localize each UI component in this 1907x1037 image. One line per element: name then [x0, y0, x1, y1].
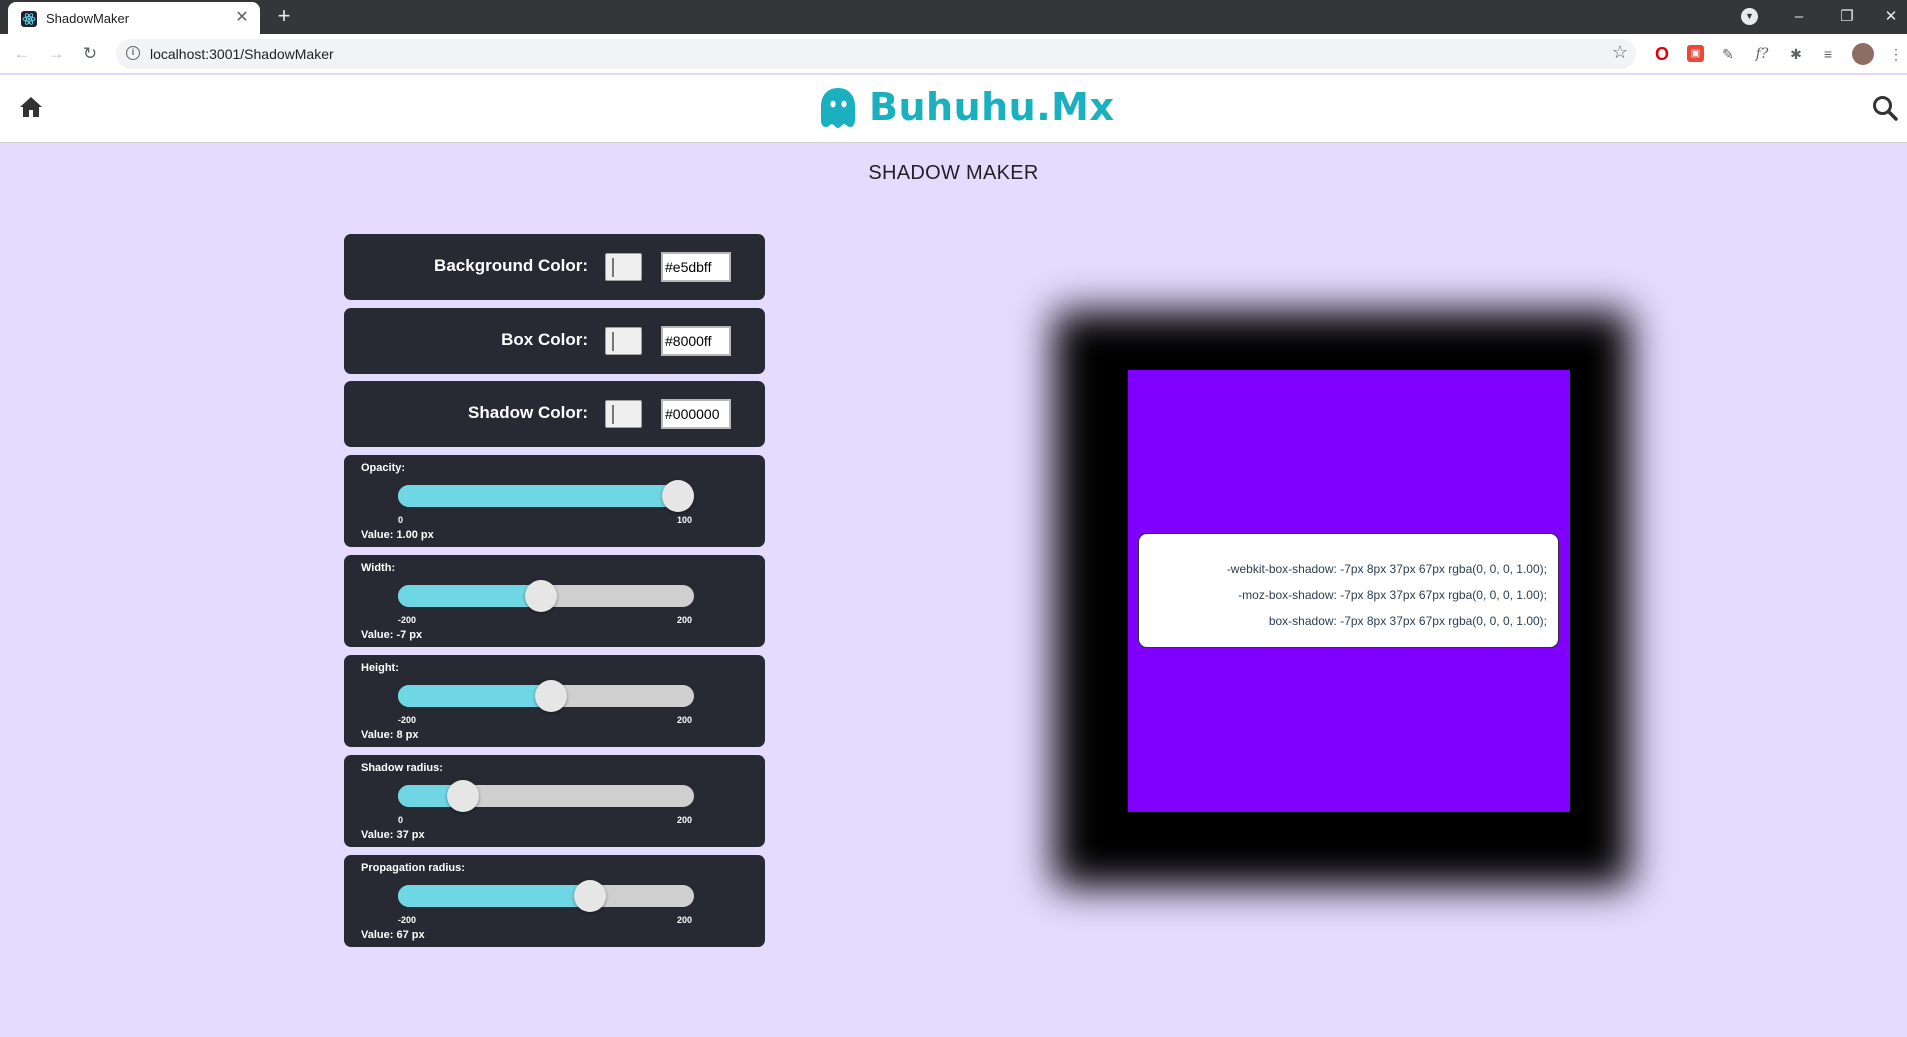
slider-fill [398, 585, 542, 607]
slider-min-label: 0 [398, 515, 404, 525]
font-extension-icon[interactable]: f? [1752, 44, 1772, 64]
slider-thumb[interactable] [446, 780, 479, 812]
box-color-panel: Box Color: [344, 308, 765, 374]
background-color-panel: Background Color: [344, 234, 765, 300]
tab-close-icon[interactable]: ✕ [233, 9, 251, 27]
red-extension-icon[interactable]: ▣ [1687, 45, 1704, 62]
width-slider-track[interactable] [398, 580, 694, 612]
slider-max-label: 200 [677, 915, 693, 925]
site-header: Buhuhu.Mx [0, 75, 1907, 143]
swatch-fill [612, 332, 614, 351]
shadow-color-panel: Shadow Color: [344, 381, 765, 447]
forward-arrow-icon[interactable]: → [44, 42, 68, 66]
slider-title: Opacity: [361, 462, 406, 474]
box-color-swatch[interactable] [605, 327, 642, 355]
restore-button[interactable]: ❐ [1832, 5, 1862, 29]
minimize-button[interactable]: – [1784, 5, 1814, 29]
react-favicon-icon [21, 11, 37, 27]
shadow-radius-slider-panel: Shadow radius: 0 200 Value: 37 px [344, 755, 765, 847]
browser-tab[interactable]: ShadowMaker ✕ [8, 2, 260, 34]
star-icon[interactable]: ☆ [1612, 42, 1628, 63]
opacity-slider-track[interactable] [398, 480, 694, 512]
slider-thumb[interactable] [525, 580, 558, 612]
home-icon[interactable] [19, 96, 43, 118]
slider-title: Shadow radius: [361, 762, 443, 774]
reading-list-icon[interactable]: ≡ [1818, 44, 1838, 64]
slider-min-label: -200 [398, 915, 417, 925]
slider-max-label: 200 [677, 615, 693, 625]
slider-thumb[interactable] [662, 480, 694, 512]
slider-max-label: 200 [677, 715, 693, 725]
slider-min-label: -200 [398, 615, 417, 625]
browser-tab-bar: ShadowMaker ✕ + ▼ – ❐ ✕ [0, 0, 1907, 34]
opacity-slider-panel: Opacity: 0 100 Value: 1.00 px [344, 455, 765, 547]
tab-title: ShadowMaker [46, 11, 130, 26]
webkit-box-shadow-line: -webkit-box-shadow: -7px 8px 37px 67px r… [1226, 562, 1547, 576]
slider-fill [398, 485, 678, 507]
extensions-puzzle-icon[interactable]: ✱ [1786, 44, 1806, 64]
box-color-label: Box Color: [501, 330, 588, 349]
css-output-card: -webkit-box-shadow: -7px 8px 37px 67px r… [1138, 533, 1559, 648]
slider-min-label: -200 [398, 715, 417, 725]
shadow-preview-box: -webkit-box-shadow: -7px 8px 37px 67px r… [1128, 370, 1570, 812]
slider-fill [398, 885, 591, 907]
slider-min-label: 0 [398, 815, 404, 825]
ghost-logo-icon [821, 88, 855, 128]
reload-icon[interactable]: ↻ [78, 42, 102, 66]
browser-toolbar: ← → ↻ i localhost:3001/ShadowMaker ☆ O ▣… [0, 34, 1907, 74]
slider-value: Value: 37 px [361, 829, 425, 841]
background-color-input[interactable] [661, 252, 731, 282]
eyedropper-extension-icon[interactable]: ✎ [1718, 44, 1738, 64]
brand-name: Buhuhu.Mx [869, 85, 1115, 129]
slider-title: Height: [361, 662, 399, 674]
page-title: SHADOW MAKER [868, 162, 1039, 184]
width-slider-panel: Width: -200 200 Value: -7 px [344, 555, 765, 647]
url-text[interactable]: localhost:3001/ShadowMaker [150, 46, 334, 62]
slider-title: Propagation radius: [361, 862, 465, 874]
menu-kebab-icon[interactable]: ⋮ [1886, 44, 1906, 64]
slider-value: Value: 8 px [361, 729, 419, 741]
shadow-radius-slider-track[interactable] [398, 780, 694, 812]
slider-max-label: 200 [677, 815, 693, 825]
background-color-swatch[interactable] [605, 253, 642, 281]
box-shadow-line: box-shadow: -7px 8px 37px 67px rgba(0, 0… [1268, 614, 1547, 628]
swatch-fill [612, 258, 614, 277]
shadow-color-label: Shadow Color: [468, 403, 588, 422]
slider-thumb[interactable] [535, 680, 568, 712]
address-bar[interactable]: i localhost:3001/ShadowMaker ☆ [116, 39, 1636, 69]
profile-avatar[interactable] [1852, 43, 1874, 65]
box-color-input[interactable] [661, 326, 731, 356]
height-slider-panel: Height: -200 200 Value: 8 px [344, 655, 765, 747]
slider-thumb[interactable] [574, 880, 607, 912]
slider-fill [398, 685, 552, 707]
search-icon[interactable] [1872, 95, 1898, 121]
shadow-color-swatch[interactable] [605, 400, 642, 428]
slider-value: Value: -7 px [361, 629, 423, 641]
opera-extension-icon[interactable]: O [1652, 44, 1672, 64]
slider-value: Value: 1.00 px [361, 529, 434, 541]
moz-box-shadow-line: -moz-box-shadow: -7px 8px 37px 67px rgba… [1238, 588, 1547, 602]
slider-max-label: 100 [677, 515, 693, 525]
propagation-radius-slider-panel: Propagation radius: -200 200 Value: 67 p… [344, 855, 765, 947]
tab-search-icon[interactable]: ▼ [1741, 8, 1758, 25]
back-arrow-icon[interactable]: ← [10, 42, 34, 66]
propagation-radius-slider-track[interactable] [398, 880, 694, 912]
slider-value: Value: 67 px [361, 929, 425, 941]
height-slider-track[interactable] [398, 680, 694, 712]
close-window-button[interactable]: ✕ [1876, 5, 1906, 29]
background-color-label: Background Color: [434, 256, 588, 275]
swatch-fill [612, 405, 614, 424]
info-icon[interactable]: i [126, 46, 140, 60]
new-tab-button[interactable]: + [272, 5, 296, 29]
slider-title: Width: [361, 562, 396, 574]
shadow-color-input[interactable] [661, 399, 731, 429]
